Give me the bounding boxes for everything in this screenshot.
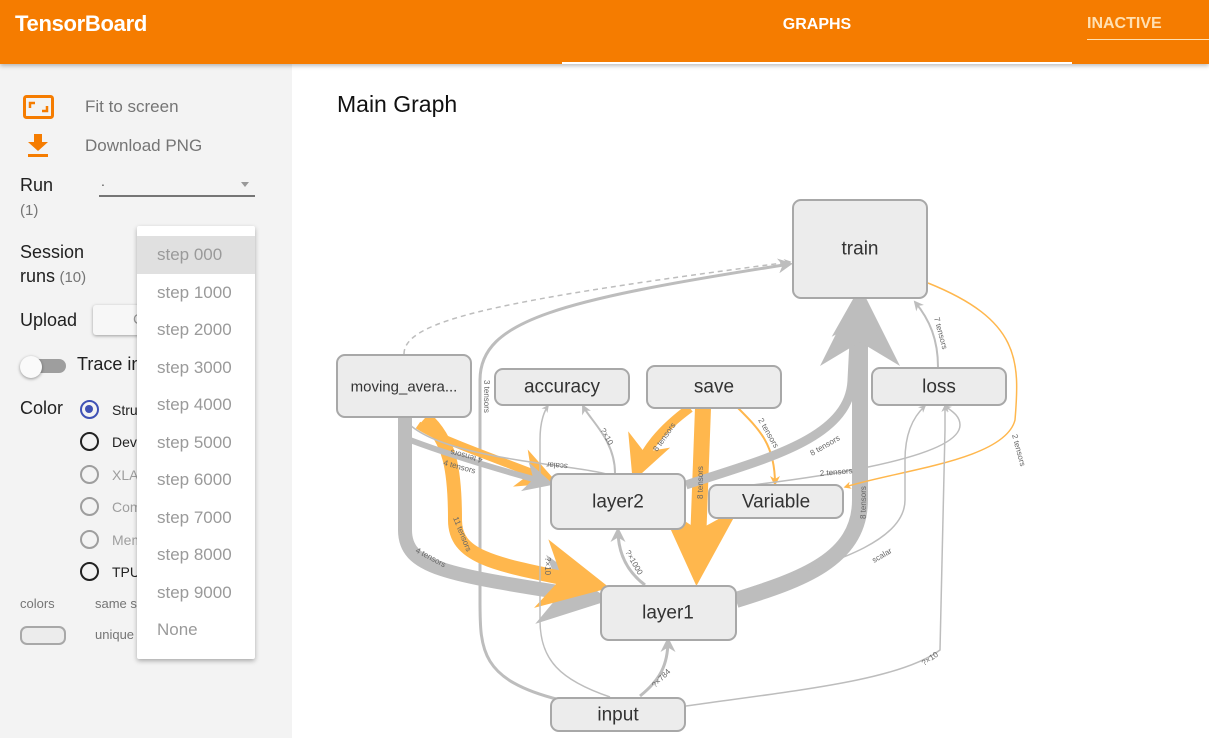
- color-radio-device[interactable]: [80, 432, 99, 451]
- node-layer1[interactable]: layer1: [600, 585, 737, 641]
- node-moving-average[interactable]: moving_avera...: [336, 354, 472, 418]
- edge-loss-train: [913, 300, 939, 368]
- run-select[interactable]: .: [99, 173, 255, 197]
- node-loss[interactable]: loss: [871, 367, 1007, 406]
- node-layer2[interactable]: layer2: [550, 473, 686, 530]
- node-label: train: [842, 239, 879, 260]
- edge-save-variable: [737, 407, 780, 486]
- fit-screen-icon: [23, 95, 54, 119]
- session-runs-label: Session: [20, 242, 85, 262]
- tab-graphs[interactable]: GRAPHS: [562, 0, 1072, 64]
- dropdown-item[interactable]: step 000: [137, 236, 255, 274]
- edge-input-accuracy: [539, 404, 611, 698]
- node-accuracy[interactable]: accuracy: [494, 368, 630, 406]
- download-png-button[interactable]: Download PNG: [27, 134, 202, 158]
- edge-layer1-train: [733, 286, 900, 608]
- dropdown-item[interactable]: step 2000: [137, 311, 255, 349]
- color-radio-memory[interactable]: [80, 530, 99, 549]
- edge-label: 7 tensors: [932, 316, 949, 350]
- color-label: Color: [20, 398, 64, 418]
- color-radio-xla[interactable]: [80, 465, 99, 484]
- node-label: layer2: [592, 492, 644, 513]
- node-train[interactable]: train: [792, 199, 928, 299]
- edge-label: ?×10: [543, 557, 552, 576]
- dropdown-item[interactable]: step 8000: [137, 536, 255, 574]
- dropdown-item[interactable]: step 3000: [137, 349, 255, 387]
- edge-label: scalar: [871, 546, 894, 565]
- trace-inputs-toggle[interactable]: [20, 356, 66, 378]
- dropdown-item[interactable]: step 9000: [137, 574, 255, 612]
- toggle-knob: [20, 356, 42, 378]
- fit-to-screen-button[interactable]: Fit to screen: [23, 95, 179, 119]
- app-brand: TensorBoard: [15, 11, 147, 36]
- color-radio-structure[interactable]: [80, 400, 99, 419]
- edge-ma-train-dashed: [403, 259, 792, 355]
- dropdown-item[interactable]: step 5000: [137, 424, 255, 462]
- run-select-value: .: [101, 173, 105, 189]
- node-save[interactable]: save: [646, 365, 782, 409]
- node-input[interactable]: input: [550, 697, 686, 732]
- edge-label: 3 tensors: [482, 380, 491, 413]
- run-count: (1): [20, 202, 39, 219]
- dropdown-item[interactable]: step 7000: [137, 499, 255, 537]
- dropdown-item[interactable]: step 6000: [137, 461, 255, 499]
- legend-unique-swatch: [20, 626, 66, 645]
- upload-label: Upload: [20, 310, 78, 330]
- color-radio-tpu[interactable]: [80, 562, 99, 581]
- node-label: save: [694, 377, 734, 398]
- node-label: layer1: [642, 603, 694, 624]
- node-label: Variable: [742, 492, 810, 513]
- edge-label: 2 tensors: [819, 466, 853, 478]
- fit-to-screen-label: Fit to screen: [85, 97, 179, 116]
- download-png-label: Download PNG: [85, 136, 203, 155]
- edge-label: 2 tensors: [1010, 433, 1027, 467]
- download-icon: [28, 134, 48, 157]
- run-label: Run: [20, 175, 54, 195]
- edge-label: 8 tensors: [859, 486, 868, 519]
- node-label: loss: [922, 377, 956, 398]
- node-label: moving_avera...: [351, 379, 458, 396]
- caret-down-icon: [241, 182, 249, 187]
- inactive-dashboards-select[interactable]: INACTIVE: [1087, 0, 1209, 40]
- node-label: input: [597, 705, 639, 726]
- node-label: accuracy: [524, 377, 601, 398]
- session-runs-label-line2: runs (10): [20, 266, 87, 286]
- graph-svg[interactable]: 3 tensors 4 tensors 4 tensors 11 tensors…: [292, 64, 1209, 738]
- edge-label: scalar: [546, 460, 568, 471]
- graph-canvas[interactable]: Main Graph 3 tensors 4 tensors 4 tensors…: [292, 64, 1209, 738]
- session-runs-dropdown[interactable]: step 000 step 1000 step 2000 step 3000 s…: [137, 226, 255, 659]
- edge-label: 8 tensors: [696, 466, 705, 499]
- node-variable[interactable]: Variable: [708, 484, 844, 519]
- dropdown-item[interactable]: step 1000: [137, 274, 255, 312]
- dropdown-item[interactable]: step 4000: [137, 386, 255, 424]
- session-runs-count: (10): [59, 269, 87, 286]
- color-radio-compute[interactable]: [80, 497, 99, 516]
- legend-colors-label: colors: [20, 596, 55, 611]
- active-tab-indicator: [562, 62, 1072, 64]
- edge-label: ?×10: [598, 427, 615, 448]
- dropdown-item[interactable]: None: [137, 611, 255, 649]
- tab-graphs-label: GRAPHS: [782, 16, 852, 33]
- top-bar: TensorBoard GRAPHS INACTIVE: [0, 0, 1209, 64]
